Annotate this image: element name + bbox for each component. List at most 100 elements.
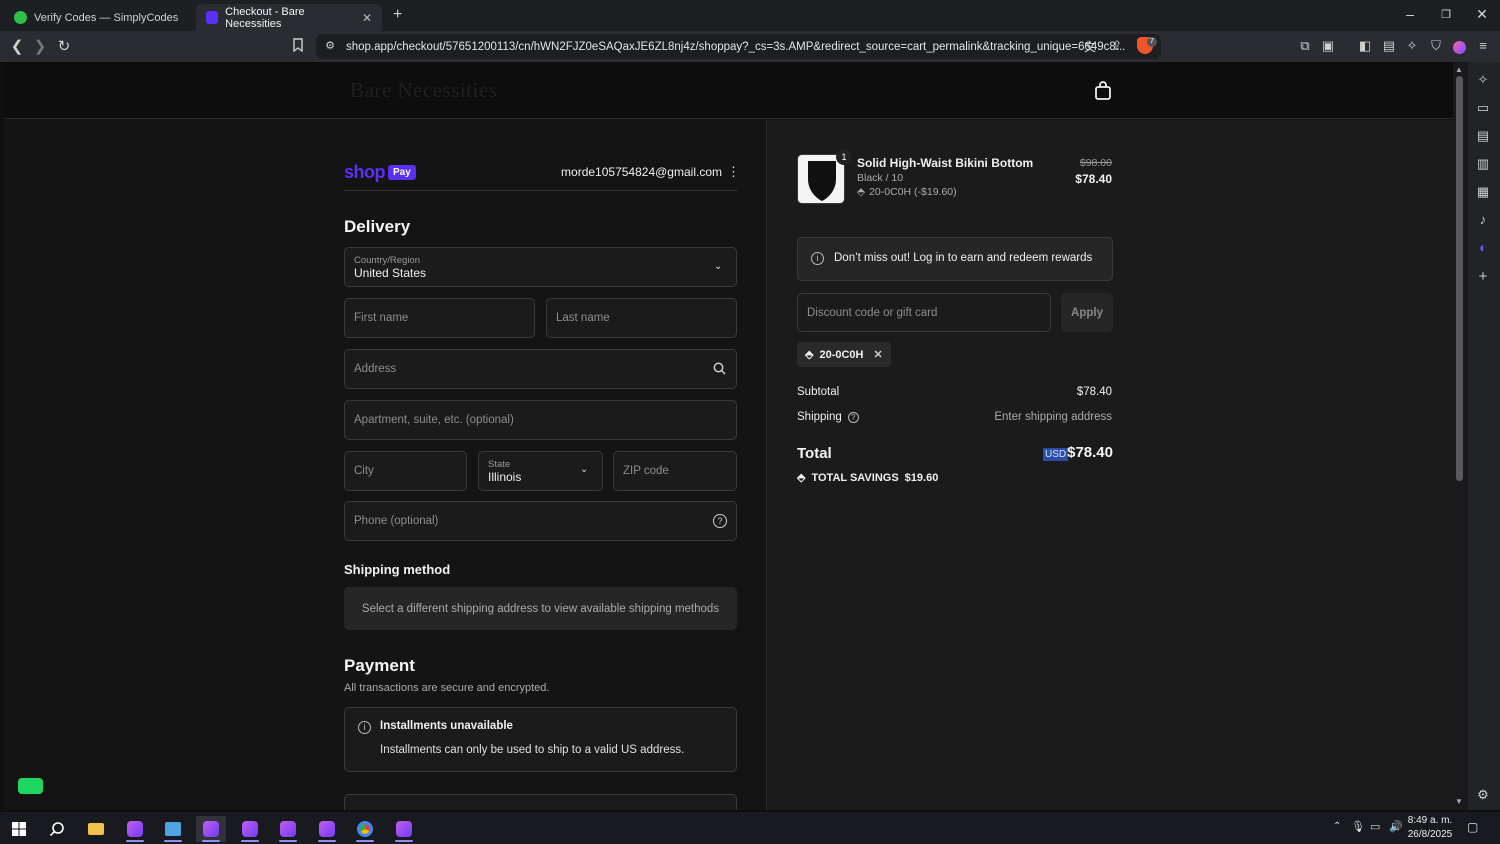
- close-window-icon[interactable]: ✕: [1464, 6, 1500, 23]
- wallet-sidebar-icon[interactable]: ▤: [1474, 128, 1492, 144]
- translate-icon[interactable]: 文: [1081, 38, 1099, 55]
- discount-code-field[interactable]: Discount code or gift card: [797, 293, 1051, 332]
- leo-ai-sidebar-icon[interactable]: ✧: [1474, 72, 1492, 88]
- address-field[interactable]: Address: [344, 349, 737, 389]
- remove-code-icon[interactable]: ✕: [874, 348, 883, 361]
- volume-icon[interactable]: 🔊: [1389, 820, 1403, 833]
- tag-icon: ⬘: [805, 349, 814, 361]
- shipping-label: Shipping: [797, 411, 842, 423]
- total-value: $78.40: [1067, 444, 1113, 461]
- notifications-icon[interactable]: ▢: [1467, 820, 1478, 834]
- simplycodes-favicon-icon: [14, 11, 27, 24]
- shop-wordmark: shop: [344, 162, 386, 182]
- state-value: Illinois: [488, 469, 522, 484]
- shipping-method-notice: Select a different shipping address to v…: [344, 587, 737, 630]
- reader-icon[interactable]: ▦: [1474, 184, 1492, 200]
- browser-app-icon[interactable]: [312, 816, 342, 842]
- chrome-app-icon[interactable]: [350, 816, 380, 842]
- url-text: shop.app/checkout/57651200113/cn/hWN2FJZ…: [346, 40, 1126, 53]
- menu-icon[interactable]: ≡: [1474, 38, 1492, 53]
- subtotal-label: Subtotal: [797, 386, 840, 398]
- shop-sidebar-icon[interactable]: ◐: [1474, 240, 1492, 255]
- minimize-icon[interactable]: –: [1392, 6, 1428, 22]
- country-value: United States: [354, 265, 427, 280]
- browser-app-icon[interactable]: [196, 816, 226, 842]
- back-icon[interactable]: ❮: [7, 37, 27, 55]
- scroll-up-icon[interactable]: ▲: [1455, 65, 1463, 74]
- info-icon: i: [358, 721, 371, 734]
- store-logo[interactable]: Bare Necessities: [350, 78, 497, 103]
- tab-checkout[interactable]: Checkout - Bare Necessities ✕: [196, 4, 382, 31]
- phone-placeholder: Phone (optional): [354, 515, 439, 527]
- bookmarks-sidebar-icon[interactable]: ▥: [1474, 156, 1492, 172]
- help-icon[interactable]: ?: [713, 514, 727, 528]
- side-panel: [1468, 62, 1500, 810]
- windows-start-icon[interactable]: [4, 816, 34, 842]
- file-explorer-icon[interactable]: [81, 816, 111, 842]
- installments-title: Installments unavailable: [380, 720, 513, 732]
- tag-icon: ⬘: [857, 186, 866, 198]
- url-bar[interactable]: shop.app/checkout/57651200113/cn/hWN2FJZ…: [316, 34, 1161, 59]
- tab-search-icon[interactable]: ▣: [1319, 38, 1337, 54]
- browser-app-icon[interactable]: [120, 816, 150, 842]
- shipping-value: Enter shipping address: [994, 411, 1112, 423]
- apply-button[interactable]: Apply: [1061, 293, 1113, 332]
- zip-field[interactable]: ZIP code: [613, 451, 737, 491]
- wallet-icon[interactable]: ▤: [1380, 38, 1398, 54]
- sidebar-toggle-icon[interactable]: ◧: [1356, 38, 1374, 54]
- reload-icon[interactable]: ↻: [54, 37, 74, 55]
- music-icon[interactable]: ♪: [1474, 212, 1492, 227]
- microphone-icon[interactable]: 🎙: [1351, 820, 1365, 833]
- clock-date[interactable]: 26/8/2025: [1405, 829, 1455, 840]
- product-price: $78.40: [1075, 172, 1112, 186]
- store-app-icon[interactable]: [158, 816, 188, 842]
- clock-time[interactable]: 8:49 a. m.: [1405, 815, 1455, 826]
- network-icon[interactable]: ▭: [1370, 820, 1380, 833]
- currency-code: USD: [1043, 448, 1069, 461]
- product-variant: Black / 10: [857, 172, 904, 184]
- extensions-icon[interactable]: ⧉: [1296, 38, 1314, 54]
- forward-icon[interactable]: ❯: [30, 37, 50, 55]
- settings-icon[interactable]: ⚙: [1474, 787, 1492, 803]
- scrollbar-thumb[interactable]: [1456, 76, 1463, 481]
- site-info-icon[interactable]: ⚙: [321, 39, 339, 52]
- last-name-field[interactable]: Last name: [546, 298, 737, 338]
- info-icon: i: [811, 252, 824, 265]
- browser-app-icon[interactable]: [273, 816, 303, 842]
- share-icon[interactable]: ⇪: [1108, 38, 1126, 54]
- apartment-field[interactable]: Apartment, suite, etc. (optional): [344, 400, 737, 440]
- bookmark-icon[interactable]: [289, 38, 307, 55]
- tab-simplycodes[interactable]: Verify Codes — SimplyCodes: [4, 4, 192, 31]
- shipping-row-label: Shipping ?: [797, 411, 859, 423]
- tray-overflow-icon[interactable]: ⌃: [1333, 821, 1341, 832]
- payment-option-box[interactable]: [344, 794, 737, 810]
- savings-value: $19.60: [904, 471, 939, 484]
- chat-widget-button[interactable]: [18, 778, 43, 794]
- close-tab-icon[interactable]: ✕: [362, 11, 372, 25]
- state-label: State: [488, 458, 511, 470]
- applied-discount-chip: ⬘ 20-0C0H ✕: [797, 342, 891, 367]
- scroll-down-icon[interactable]: ▼: [1455, 797, 1463, 806]
- country-select[interactable]: Country/Region United States: [344, 247, 737, 287]
- vpn-icon[interactable]: ⛉: [1427, 38, 1445, 54]
- search-taskbar-icon[interactable]: [42, 816, 72, 842]
- restore-icon[interactable]: ❐: [1428, 8, 1464, 21]
- account-menu-icon[interactable]: ⋮: [727, 164, 740, 180]
- new-tab-button[interactable]: +: [393, 6, 402, 24]
- leo-ai-icon[interactable]: ✧: [1403, 38, 1421, 54]
- profile-icon[interactable]: [1453, 41, 1466, 54]
- city-field[interactable]: City: [344, 451, 467, 491]
- order-summary: [766, 120, 1453, 810]
- help-icon[interactable]: ?: [847, 411, 859, 423]
- savings-label: TOTAL SAVINGS: [811, 471, 899, 484]
- browser-app-icon[interactable]: [235, 816, 265, 842]
- phone-field[interactable]: Phone (optional): [344, 501, 737, 541]
- shopping-bag-icon[interactable]: [1094, 81, 1112, 101]
- reading-list-icon[interactable]: ▭: [1474, 100, 1492, 116]
- total-savings: ⬘ TOTAL SAVINGS $19.60: [797, 471, 939, 485]
- product-discount-text: 20-0C0H (-$19.60): [869, 186, 957, 198]
- browser-app-icon[interactable]: [389, 816, 419, 842]
- shipping-method-heading: Shipping method: [344, 562, 451, 577]
- first-name-field[interactable]: First name: [344, 298, 535, 338]
- add-panel-icon[interactable]: +: [1474, 268, 1492, 285]
